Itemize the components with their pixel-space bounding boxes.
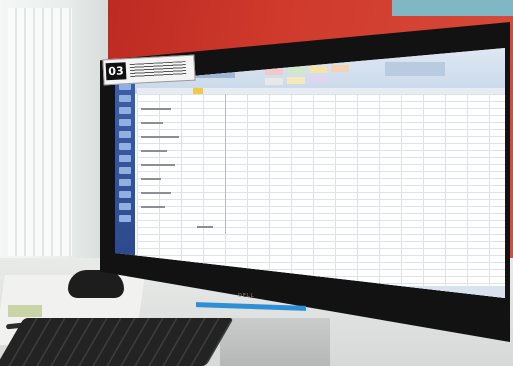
badge-fine-print xyxy=(129,61,187,78)
taskbar-icon[interactable] xyxy=(119,167,131,174)
cell-content xyxy=(141,136,179,138)
window xyxy=(0,0,108,270)
cell-content xyxy=(141,192,171,194)
cell-content xyxy=(141,122,163,124)
cell-content xyxy=(197,226,213,228)
cell-content xyxy=(141,164,175,166)
vertical-blinds xyxy=(8,8,72,256)
cell-content xyxy=(141,108,171,110)
cell-content xyxy=(141,150,167,152)
taskbar-icon[interactable] xyxy=(119,131,131,138)
cell-style-chip xyxy=(287,77,305,84)
column-divider xyxy=(225,94,226,234)
badge-number: 03 xyxy=(105,62,127,81)
cell-style-chip xyxy=(287,67,305,74)
teal-wall-strip xyxy=(392,0,513,16)
numbered-label-sticker: 03 xyxy=(102,54,196,86)
cell-style-chip xyxy=(331,65,349,72)
cell-content xyxy=(141,178,161,180)
taskbar-icon[interactable] xyxy=(119,191,131,198)
cell-style-chip xyxy=(265,78,283,85)
taskbar-icon[interactable] xyxy=(119,179,131,186)
taskbar-icon[interactable] xyxy=(119,95,131,102)
taskbar-icon[interactable] xyxy=(119,107,131,114)
cell-content xyxy=(141,206,165,208)
photo-scene: 03 DELL xyxy=(0,0,513,366)
taskbar-icon[interactable] xyxy=(119,203,131,210)
taskbar-icon[interactable] xyxy=(119,215,131,222)
monitor-stand xyxy=(220,318,330,366)
taskbar-icon[interactable] xyxy=(119,119,131,126)
taskbar-icon[interactable] xyxy=(119,143,131,150)
taskbar-icon[interactable] xyxy=(119,155,131,162)
monitor-brand-logo: DELL xyxy=(238,293,255,299)
ribbon-group-editing xyxy=(385,62,445,76)
cell-style-chip xyxy=(309,76,327,83)
sticky-note xyxy=(8,305,42,317)
keyboard xyxy=(0,318,234,366)
cell-style-chip xyxy=(309,66,327,73)
